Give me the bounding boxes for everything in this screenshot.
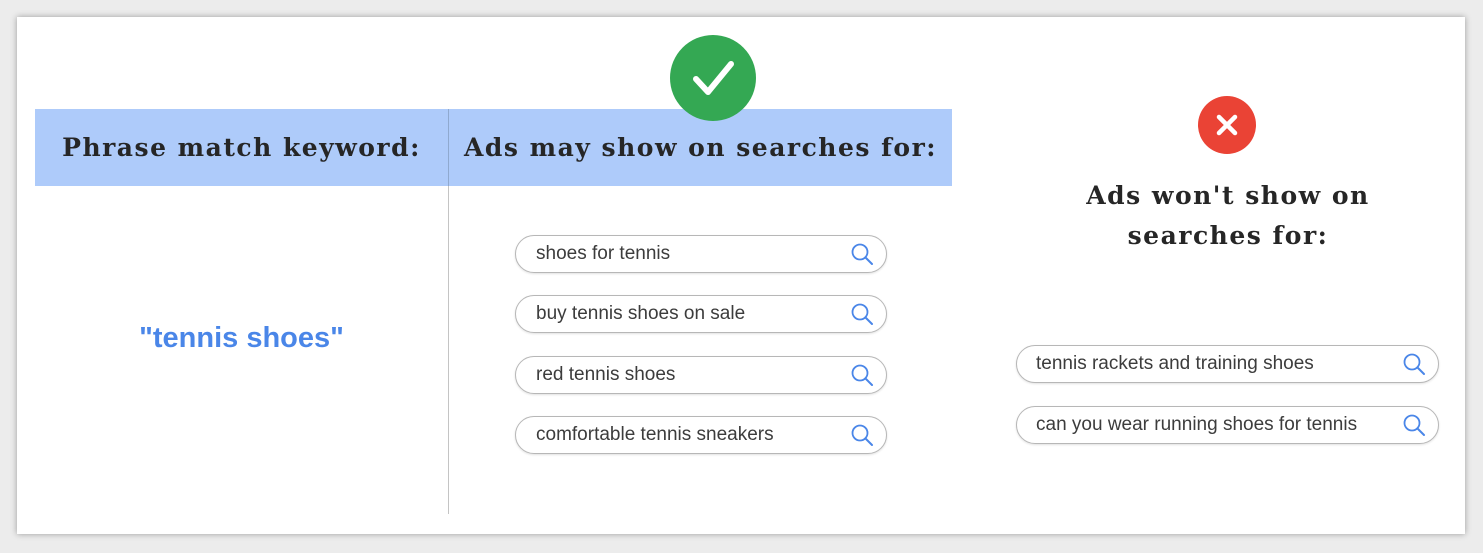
search-query: tennis rackets and training shoes [1036,353,1314,374]
search-icon [851,364,873,386]
column-divider [448,186,449,514]
search-icon [851,303,873,325]
search-icon [851,424,873,446]
search-icon [851,243,873,265]
search-query: shoes for tennis [536,243,671,264]
search-box: comfortable tennis sneakers [515,416,887,454]
wont-show-heading-line1: Ads won't show on [1086,181,1370,210]
search-query: red tennis shoes [536,364,676,385]
wont-show-heading: Ads won't show on searches for: [1058,176,1398,256]
search-box: buy tennis shoes on sale [515,295,887,333]
keyword-column-header: Phrase match keyword: [62,133,421,162]
search-box: red tennis shoes [515,356,887,394]
search-query: buy tennis shoes on sale [536,303,746,324]
search-box: can you wear running shoes for tennis [1016,406,1439,444]
search-query: comfortable tennis sneakers [536,424,774,445]
search-box: tennis rackets and training shoes [1016,345,1439,383]
x-icon [1198,96,1256,154]
search-icon [1403,414,1425,436]
check-icon [670,35,756,121]
search-box: shoes for tennis [515,235,887,273]
wont-show-heading-line2: searches for: [1127,221,1329,250]
search-query: can you wear running shoes for tennis [1036,414,1358,435]
search-icon [1403,353,1425,375]
phrase-match-keyword: "tennis shoes" [139,322,344,354]
